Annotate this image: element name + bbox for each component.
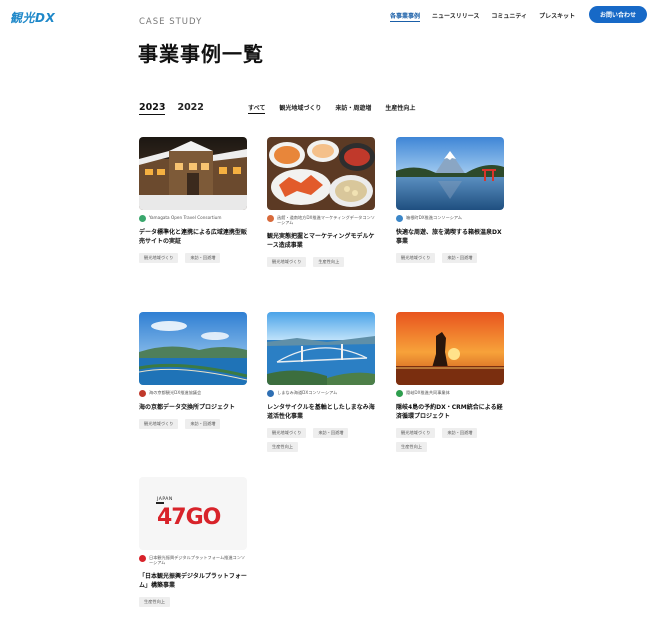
case-title[interactable]: レンタサイクルを基軸としたしまなみ海道活性化事業 [267,403,375,421]
tag[interactable]: 来訪・回遊増 [442,253,478,263]
org-logo-icon [267,215,274,222]
case-card[interactable]: しまなみ海道DXコンソーシアム レンタサイクルを基軸としたしまなみ海道活性化事業… [267,312,375,452]
tag[interactable]: 生産性向上 [139,596,170,607]
org-logo-icon [139,215,146,222]
47go-logo: JAPAN 47GO [156,496,222,530]
case-thumbnail[interactable] [267,137,375,210]
contact-button[interactable]: お問い合わせ [589,6,647,23]
tag[interactable]: 観光地域づくり [267,256,307,267]
year-tab-2022[interactable]: 2022 [177,102,203,115]
case-thumbnail[interactable] [267,312,375,385]
case-title[interactable]: 隠岐4島の予約DX・CRM統合による経済循環プロジェクト [396,403,504,421]
case-title[interactable]: データ標準化と連携による広域連携型販売サイトの実証 [139,228,247,246]
tag[interactable]: 生産性向上 [396,442,427,452]
case-org-name: 函館・道南地方DX推進マーケティングデータコンソーシアム [277,215,375,226]
global-nav: 各事業事例 ニュースリリース コミュニティ プレスキット [390,11,575,22]
org-logo-icon [396,390,403,397]
category-tab-regional[interactable]: 観光地域づくり [279,103,321,114]
case-org: 箱根町DX推進コンソーシアム [396,215,504,222]
tag[interactable]: 観光地域づくり [139,419,179,429]
svg-text:JAPAN: JAPAN [156,496,173,502]
year-tab-2023[interactable]: 2023 [139,102,166,115]
case-title[interactable]: 海の京都データ交換所プロジェクト [139,403,247,412]
case-org-name: 隠岐DX推進共同事業体 [406,390,450,395]
tag[interactable]: 来訪・回遊増 [442,428,478,438]
org-logo-icon [396,215,403,222]
case-card[interactable]: 箱根町DX推進コンソーシアム 快適な周遊、旅を満喫する箱根温泉DX事業 観光地域… [396,137,504,263]
case-title[interactable]: 快適な周遊、旅を満喫する箱根温泉DX事業 [396,228,504,246]
case-org: しまなみ海道DXコンソーシアム [267,390,375,397]
case-tags: 観光地域づくり 来訪・回遊増 [396,253,504,263]
case-thumbnail[interactable] [396,312,504,385]
category-tab-visits[interactable]: 来訪・周遊増 [335,103,371,114]
case-tags: 観光地域づくり 来訪・回遊増 [139,253,247,263]
case-title[interactable]: 「日本観光振興デジタルプラットフォーム」構築事業 [139,572,247,590]
case-thumbnail[interactable]: JAPAN 47GO [139,477,247,550]
page-eyebrow: CASE STUDY [139,17,203,27]
tag[interactable]: 観光地域づくり [396,428,436,438]
page-title: 事業事例一覧 [138,42,264,66]
logo-text: 観光 [10,11,36,25]
tag[interactable]: 来訪・回遊増 [185,419,221,429]
tag[interactable]: 生産性向上 [267,442,298,452]
tag[interactable]: 観光地域づくり [267,428,307,438]
org-logo-icon [139,390,146,397]
category-tab-productivity[interactable]: 生産性向上 [385,103,415,114]
case-thumbnail[interactable] [139,312,247,385]
site-logo[interactable]: 観光DX [10,9,55,26]
case-thumbnail[interactable] [139,137,247,210]
case-org: 日本観光振興デジタルプラットフォーム推進コンソーシアム [139,555,247,566]
case-org: 函館・道南地方DX推進マーケティングデータコンソーシアム [267,215,375,226]
case-tags: 観光地域づくり 来訪・回遊増 [139,419,247,429]
case-tags: 生産性向上 [139,596,247,607]
nav-item-presskit[interactable]: プレスキット [539,11,575,22]
category-filter: すべて 観光地域づくり 来訪・周遊増 生産性向上 [248,103,415,114]
year-filter: 2023 2022 [139,102,204,115]
case-tags: 観光地域づくり 生産性向上 [267,256,375,267]
org-logo-icon [139,555,146,562]
case-thumbnail[interactable] [396,137,504,210]
category-tab-all[interactable]: すべて [248,103,266,114]
tag[interactable]: 観光地域づくり [396,253,436,263]
case-card[interactable]: JAPAN 47GO 日本観光振興デジタルプラットフォーム推進コンソーシアム 「… [139,477,247,607]
case-title[interactable]: 観光実態把握とマーケティングモデルケース造成事業 [267,232,375,250]
tag[interactable]: 生産性向上 [313,256,345,267]
case-card[interactable]: 海の京都観光DX推進協議会 海の京都データ交換所プロジェクト 観光地域づくり 来… [139,312,247,429]
case-org-name: Yamagata Open Travel Consortium [149,215,222,220]
case-org-name: 箱根町DX推進コンソーシアム [406,215,462,220]
nav-item-community[interactable]: コミュニティ [491,11,527,22]
logo-accent-text: DX [35,11,56,25]
case-card[interactable]: Yamagata Open Travel Consortium データ標準化と連… [139,137,247,263]
case-org: 隠岐DX推進共同事業体 [396,390,504,397]
case-card[interactable]: 隠岐DX推進共同事業体 隠岐4島の予約DX・CRM統合による経済循環プロジェクト… [396,312,504,452]
case-org-name: 海の京都観光DX推進協議会 [149,390,202,395]
tag[interactable]: 来訪・回遊増 [185,253,221,263]
case-org: 海の京都観光DX推進協議会 [139,390,247,397]
nav-item-cases[interactable]: 各事業事例 [390,11,421,22]
case-org: Yamagata Open Travel Consortium [139,215,247,222]
case-card[interactable]: 函館・道南地方DX推進マーケティングデータコンソーシアム 観光実態把握とマーケテ… [267,137,375,267]
svg-text:47GO: 47GO [157,505,221,530]
case-tags: 観光地域づくり 来訪・回遊増 生産性向上 [396,428,504,452]
nav-item-news[interactable]: ニュースリリース [432,11,479,22]
tag[interactable]: 来訪・回遊増 [313,428,349,438]
case-org-name: しまなみ海道DXコンソーシアム [277,390,338,395]
case-org-name: 日本観光振興デジタルプラットフォーム推進コンソーシアム [149,555,246,566]
tag[interactable]: 観光地域づくり [139,253,179,263]
case-tags: 観光地域づくり 来訪・回遊増 生産性向上 [267,428,375,452]
org-logo-icon [267,390,274,397]
